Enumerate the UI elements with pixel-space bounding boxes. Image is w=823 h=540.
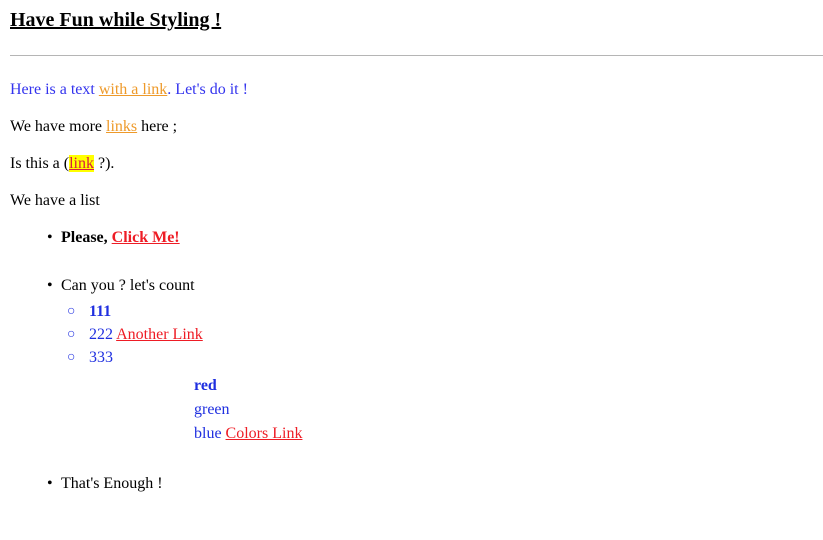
list-item-enough: • That's Enough ! xyxy=(10,474,823,494)
sub-item-111-label: 111 xyxy=(89,303,112,320)
color-item-blue: blue Colors Link xyxy=(194,422,823,446)
bullet-icon: • xyxy=(47,229,53,246)
list-item-please: • Please, Click Me! xyxy=(10,228,823,248)
sub-item-111: ○ 111 xyxy=(61,300,823,323)
list-item-count-label: Can you ? let's count xyxy=(61,277,195,294)
bullet-icon: • xyxy=(47,475,53,492)
list-item-count: • Can you ? let's count ○ 111 ○ 222 Anot… xyxy=(10,276,823,446)
paragraph-2-text-after: here ; xyxy=(137,118,178,135)
page-heading: Have Fun while Styling ! xyxy=(10,9,222,31)
circle-bullet-icon: ○ xyxy=(67,304,76,319)
paragraph-1-text-after: . Let's do it ! xyxy=(167,81,248,98)
with-a-link[interactable]: with a link xyxy=(99,81,167,98)
main-list: • Please, Click Me! • Can you ? let's co… xyxy=(10,228,823,494)
colors-list: red green blue Colors Link xyxy=(194,369,823,446)
count-sublist: ○ 111 ○ 222 Another Link ○ 333 red green… xyxy=(61,300,823,446)
paragraph-3: Is this a (link ?). xyxy=(10,154,823,174)
divider xyxy=(10,55,823,56)
paragraph-4: We have a list xyxy=(10,192,100,209)
paragraph-3-text-before: Is this a ( xyxy=(10,155,70,172)
paragraph-2-text-before: We have more xyxy=(10,118,106,135)
list-item-enough-label: That's Enough ! xyxy=(61,475,163,492)
bullet-icon: • xyxy=(47,277,53,294)
highlighted-link[interactable]: link xyxy=(69,155,94,172)
page: Have Fun while Styling ! Here is a text … xyxy=(0,0,823,522)
list-item-please-label: Please, xyxy=(61,229,112,246)
color-item-blue-label: blue xyxy=(194,425,226,442)
paragraph-1: Here is a text with a link. Let's do it … xyxy=(10,80,823,100)
circle-bullet-icon: ○ xyxy=(67,327,76,342)
color-item-green: green xyxy=(194,401,230,418)
color-item-red: red xyxy=(194,377,217,394)
links-link[interactable]: links xyxy=(106,118,137,135)
paragraph-1-text-before: Here is a text xyxy=(10,81,99,98)
paragraph-3-text-after: ?). xyxy=(94,155,115,172)
sub-item-333-label: 333 xyxy=(89,349,113,366)
another-link[interactable]: Another Link xyxy=(116,326,203,343)
circle-bullet-icon: ○ xyxy=(67,350,76,365)
sub-item-333: ○ 333 red green blue Colors Link xyxy=(61,346,823,446)
sub-item-222: ○ 222 Another Link xyxy=(61,323,823,346)
click-me-link[interactable]: Click Me! xyxy=(112,229,180,246)
paragraph-2: We have more links here ; xyxy=(10,117,823,137)
sub-item-222-label: 222 xyxy=(89,326,117,343)
colors-link[interactable]: Colors Link xyxy=(226,425,303,442)
